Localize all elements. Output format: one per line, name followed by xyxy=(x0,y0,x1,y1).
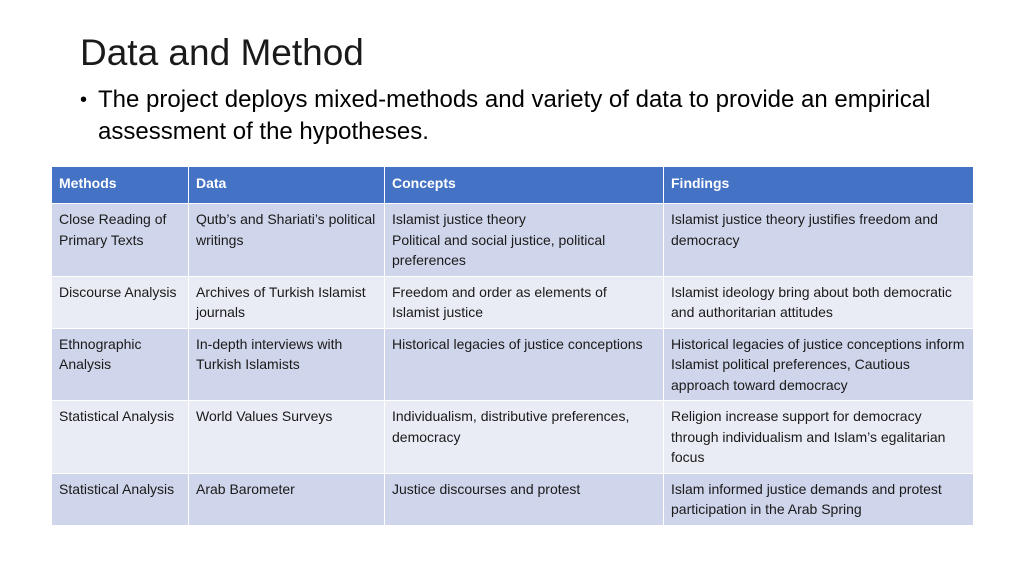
concept-line: Individualism, distributive preferences,… xyxy=(392,408,630,445)
cell-data: Arab Barometer xyxy=(188,472,385,526)
concept-line: Freedom and order as elements of Islamis… xyxy=(392,283,607,321)
cell-data: World Values Surveys xyxy=(188,400,385,474)
table-row: Statistical Analysis Arab Barometer Just… xyxy=(51,472,974,526)
cell-findings: Historical legacies of justice conceptio… xyxy=(663,327,974,401)
header-findings: Findings xyxy=(663,166,974,204)
cell-concepts: Freedom and order as elements of Islamis… xyxy=(384,275,664,329)
bullet-text: The project deploys mixed-methods and va… xyxy=(98,86,931,145)
header-data: Data xyxy=(188,166,385,204)
methods-table: Methods Data Concepts Findings Close Rea… xyxy=(51,166,974,526)
cell-findings: Islam informed justice demands and prote… xyxy=(663,472,974,526)
table-row: Statistical Analysis World Values Survey… xyxy=(51,400,974,474)
cell-methods: Discourse Analysis xyxy=(51,275,189,329)
table-header-row: Methods Data Concepts Findings xyxy=(51,166,974,204)
cell-methods: Statistical Analysis xyxy=(51,472,189,526)
header-methods: Methods xyxy=(51,166,189,204)
cell-data: Qutb’s and Shariati’s political writings xyxy=(188,203,385,277)
cell-concepts: Historical legacies of justice conceptio… xyxy=(384,327,664,401)
data-method-table: Methods Data Concepts Findings Close Rea… xyxy=(51,166,974,526)
cell-concepts: Islamist justice theory Political and so… xyxy=(384,203,664,277)
cell-methods: Ethnographic Analysis xyxy=(51,327,189,401)
cell-methods: Statistical Analysis xyxy=(51,400,189,474)
slide-title: Data and Method xyxy=(80,32,364,73)
table-row: Close Reading of Primary Texts Qutb’s an… xyxy=(51,203,974,277)
concept-line: Historical legacies of justice conceptio… xyxy=(392,335,643,352)
concept-line: Justice discourses and protest xyxy=(392,480,581,497)
cell-concepts: Individualism, distributive preferences,… xyxy=(384,400,664,474)
bullet-dot-icon: • xyxy=(80,89,88,111)
concept-line: Political and social justice, political … xyxy=(392,231,606,269)
cell-findings: Islamist ideology bring about both democ… xyxy=(663,275,974,329)
header-concepts: Concepts xyxy=(384,166,664,204)
table-row: Ethnographic Analysis In-depth interview… xyxy=(51,327,974,401)
table-row: Discourse Analysis Archives of Turkish I… xyxy=(51,275,974,329)
bullet-point: • The project deploys mixed-methods and … xyxy=(80,84,980,148)
cell-data: Archives of Turkish Islamist journals xyxy=(188,275,385,329)
cell-concepts: Justice discourses and protest xyxy=(384,472,664,526)
cell-findings: Religion increase support for democracy … xyxy=(663,400,974,474)
cell-findings: Islamist justice theory justifies freedo… xyxy=(663,203,974,277)
concept-line: Islamist justice theory xyxy=(392,211,526,227)
cell-data: In-depth interviews with Turkish Islamis… xyxy=(188,327,385,401)
cell-methods: Close Reading of Primary Texts xyxy=(51,203,189,277)
